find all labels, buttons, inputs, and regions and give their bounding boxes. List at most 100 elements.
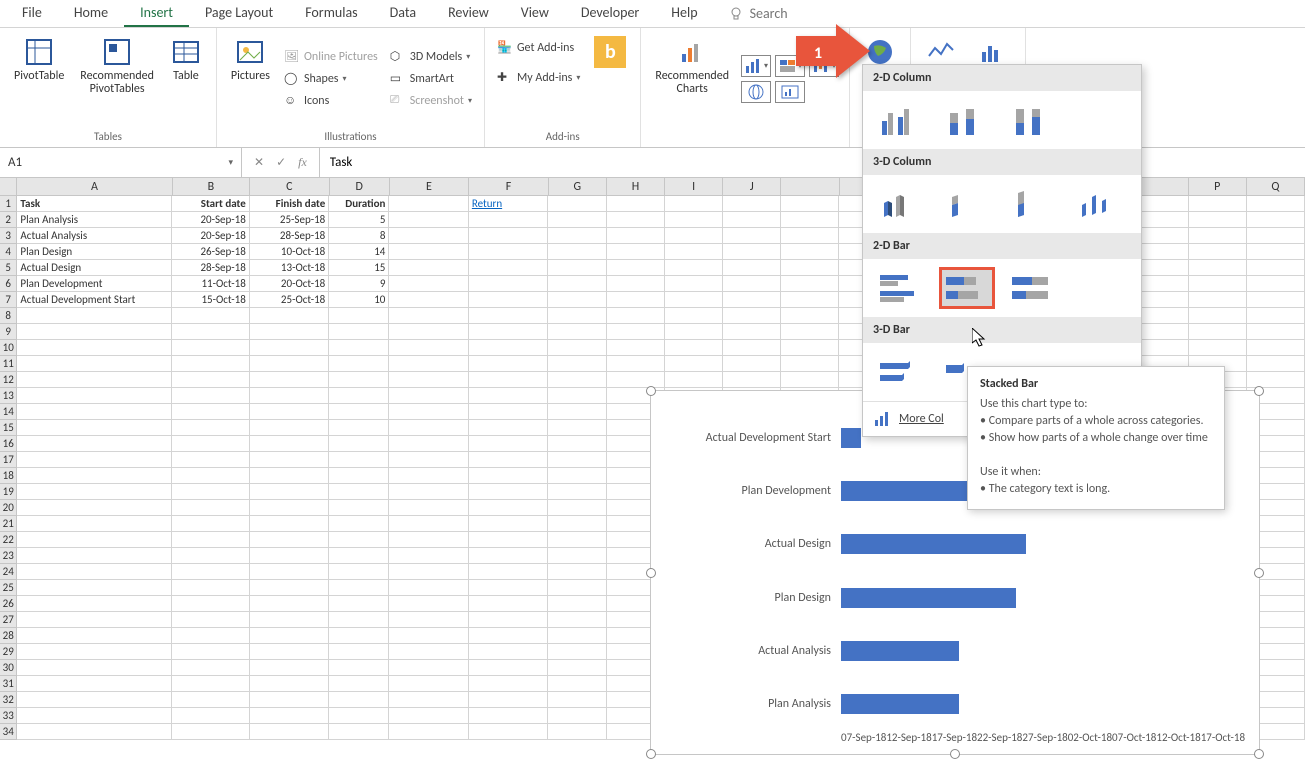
cell[interactable] — [665, 292, 723, 308]
cell[interactable] — [1247, 356, 1305, 372]
cell[interactable] — [548, 372, 606, 388]
cell[interactable] — [469, 532, 548, 548]
shapes-button[interactable]: ◯Shapes▾ — [282, 69, 380, 89]
cell[interactable] — [723, 372, 781, 388]
cell[interactable]: 20-Oct-18 — [250, 276, 329, 292]
resize-handle[interactable] — [646, 386, 656, 396]
cell[interactable] — [250, 356, 329, 372]
cell[interactable] — [548, 628, 606, 644]
cell[interactable] — [329, 532, 389, 548]
cell[interactable] — [665, 324, 723, 340]
cell[interactable] — [172, 356, 250, 372]
search-input[interactable] — [750, 5, 870, 22]
cell[interactable] — [17, 612, 172, 628]
cell[interactable] — [329, 356, 389, 372]
row-header[interactable]: 21 — [0, 516, 17, 532]
cell[interactable] — [250, 388, 329, 404]
cell[interactable] — [723, 340, 781, 356]
cell[interactable] — [607, 276, 665, 292]
cell[interactable] — [329, 452, 389, 468]
cell[interactable] — [172, 564, 250, 580]
cell[interactable] — [172, 660, 250, 676]
cell[interactable]: Plan Development — [17, 276, 172, 292]
cell[interactable] — [548, 340, 606, 356]
cell[interactable] — [469, 260, 548, 276]
cell[interactable] — [1189, 228, 1247, 244]
cell[interactable] — [250, 372, 329, 388]
cell[interactable] — [329, 484, 389, 500]
cell[interactable] — [389, 420, 468, 436]
cell[interactable]: 13-Oct-18 — [250, 260, 329, 276]
menu-tab-page-layout[interactable]: Page Layout — [189, 0, 289, 27]
cell[interactable] — [389, 612, 468, 628]
cell[interactable] — [548, 548, 606, 564]
row-header[interactable]: 26 — [0, 596, 17, 612]
cell[interactable] — [1247, 372, 1305, 388]
cell[interactable] — [723, 228, 781, 244]
cell[interactable] — [329, 628, 389, 644]
cell[interactable] — [17, 708, 172, 724]
cell[interactable]: 14 — [329, 244, 389, 260]
menu-tab-insert[interactable]: Insert — [124, 0, 189, 27]
screenshot-button[interactable]: ⎚Screenshot▾ — [388, 91, 474, 111]
cell[interactable] — [389, 724, 468, 740]
cell[interactable] — [723, 356, 781, 372]
cell[interactable]: Return — [469, 196, 548, 212]
cell[interactable] — [781, 260, 839, 276]
cell[interactable] — [329, 324, 389, 340]
cell[interactable] — [250, 692, 329, 708]
cell[interactable]: 15 — [329, 260, 389, 276]
cell[interactable] — [389, 340, 468, 356]
cell[interactable] — [172, 404, 250, 420]
row-header[interactable]: 20 — [0, 500, 17, 516]
cell[interactable] — [250, 596, 329, 612]
cell[interactable] — [469, 324, 548, 340]
cell[interactable] — [17, 388, 172, 404]
cell[interactable]: 10-Oct-18 — [250, 244, 329, 260]
cell[interactable] — [469, 276, 548, 292]
cell[interactable] — [548, 308, 606, 324]
cell[interactable] — [548, 228, 606, 244]
cell[interactable] — [17, 372, 172, 388]
cell[interactable] — [17, 468, 172, 484]
cell[interactable] — [548, 276, 606, 292]
cell[interactable] — [329, 692, 389, 708]
chart-bar-segment[interactable] — [841, 641, 959, 661]
cell[interactable] — [469, 388, 548, 404]
cell[interactable] — [329, 436, 389, 452]
cell[interactable] — [17, 516, 172, 532]
chart-bar-segment[interactable] — [841, 534, 1026, 554]
cell[interactable]: 10 — [329, 292, 389, 308]
get-addins-button[interactable]: 🏪Get Add-ins — [495, 38, 582, 58]
cell[interactable] — [17, 500, 172, 516]
cell[interactable] — [329, 372, 389, 388]
my-addins-button[interactable]: ✚My Add-ins▾ — [495, 68, 582, 88]
cell[interactable] — [548, 388, 606, 404]
cell[interactable] — [17, 724, 172, 740]
cell[interactable] — [250, 580, 329, 596]
cell[interactable] — [548, 292, 606, 308]
cell[interactable] — [17, 436, 172, 452]
cell[interactable] — [548, 196, 606, 212]
cell[interactable] — [607, 260, 665, 276]
bing-button[interactable]: b — [590, 34, 630, 70]
cell[interactable]: 25-Sep-18 — [250, 212, 329, 228]
cell[interactable] — [1189, 196, 1247, 212]
cell[interactable]: 20-Sep-18 — [172, 228, 250, 244]
cell[interactable] — [172, 708, 250, 724]
cell[interactable] — [665, 308, 723, 324]
cell[interactable]: 5 — [329, 212, 389, 228]
column-header[interactable]: J — [723, 178, 781, 196]
column-header[interactable]: F — [469, 178, 549, 196]
cell[interactable] — [607, 324, 665, 340]
cell[interactable] — [469, 500, 548, 516]
cell[interactable] — [172, 580, 250, 596]
cell[interactable]: 15-Oct-18 — [172, 292, 250, 308]
cell[interactable] — [17, 692, 172, 708]
row-header[interactable]: 7 — [0, 292, 17, 308]
cell[interactable] — [389, 660, 468, 676]
cell[interactable] — [548, 612, 606, 628]
cell[interactable] — [250, 676, 329, 692]
cell[interactable] — [469, 708, 548, 724]
cell[interactable] — [1189, 292, 1247, 308]
